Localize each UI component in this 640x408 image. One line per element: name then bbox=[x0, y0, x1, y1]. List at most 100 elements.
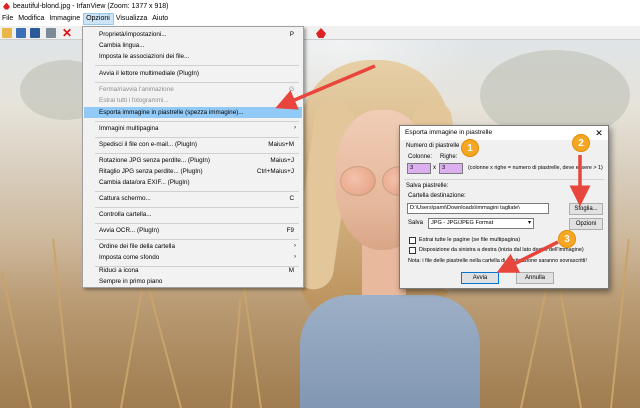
menu-item-jpg-crop[interactable]: Ritaglio JPG senza perdite... (PlugIn) Ct… bbox=[84, 166, 302, 177]
window-titlebar[interactable]: beautiful-blond.jpg - IrfanView (Zoom: 1… bbox=[0, 0, 640, 12]
browse-button[interactable]: Sfoglia... bbox=[569, 203, 603, 215]
menu-item-label: Cattura schermo... bbox=[99, 195, 151, 202]
format-select-value: JPG - JPG/JPEG Format bbox=[431, 220, 494, 226]
right-to-left-label: Disposizione da sinistra a destra (inizi… bbox=[419, 247, 584, 253]
menu-item-jpg-rotation[interactable]: Rotazione JPG senza perdite... (PlugIn) M… bbox=[84, 155, 302, 166]
destination-path-input[interactable]: D:\Users\pami\Downloads\immagini tagliat… bbox=[407, 203, 549, 214]
menu-item-exif-date[interactable]: Cambia data/ora EXIF... (PlugIn) bbox=[84, 177, 302, 188]
menu-item-label: Cambia lingua... bbox=[99, 42, 145, 49]
menu-item-label: Riduci a icona bbox=[99, 267, 139, 274]
sunglasses-lens bbox=[340, 166, 376, 196]
format-select[interactable]: JPG - JPG/JPEG Format ▾ bbox=[428, 218, 534, 229]
close-icon[interactable]: ✕ bbox=[594, 126, 604, 140]
menu-item-shortcut: M bbox=[288, 267, 294, 274]
tiles-hint: (colonne x righe = numero di piastrelle,… bbox=[468, 165, 603, 171]
menu-item-ocr[interactable]: Avvia OCR... (PlugIn) F9 bbox=[84, 225, 302, 236]
menu-aiuto[interactable]: Aiuto bbox=[150, 13, 171, 25]
wheat-stalk bbox=[557, 279, 582, 408]
menu-opzioni[interactable]: Opzioni bbox=[83, 13, 114, 25]
delete-icon[interactable]: ✕ bbox=[62, 27, 72, 39]
menu-item-label: Controlla cartella... bbox=[99, 211, 152, 218]
destination-label: Cartella destinazione: bbox=[408, 193, 466, 199]
annotation-badge-3: 3 bbox=[558, 230, 576, 248]
menu-item-minimize[interactable]: Riduci a icona M bbox=[84, 265, 302, 276]
shirt bbox=[300, 295, 480, 408]
submenu-arrow-icon: › bbox=[294, 125, 296, 131]
menu-item-shortcut: C bbox=[289, 195, 294, 202]
columns-label: Colonne: bbox=[408, 154, 433, 160]
menu-visualizza[interactable]: Visualizza bbox=[114, 13, 150, 25]
menu-item-label: Immagini multipagina bbox=[99, 125, 159, 132]
menu-item-email[interactable]: Spedisci il file con e-mail... (PlugIn) M… bbox=[84, 139, 302, 150]
menu-item-shortcut: F9 bbox=[286, 227, 294, 234]
menu-item-export-tiles[interactable]: Esporta immagine in piastrelle (spezza i… bbox=[84, 107, 302, 118]
menu-item-multipage[interactable]: Immagini multipagina › bbox=[84, 123, 302, 134]
menu-separator bbox=[95, 153, 299, 154]
menu-item-label: Sempre in primo piano bbox=[99, 278, 163, 285]
menu-separator bbox=[95, 121, 299, 122]
window-title: beautiful-blond.jpg - IrfanView (Zoom: 1… bbox=[13, 2, 169, 10]
save-as-icon[interactable] bbox=[30, 28, 40, 38]
menu-item-label: Avvia il lettore multimediale (PlugIn) bbox=[99, 70, 199, 77]
menu-item-watch-folder[interactable]: Controlla cartella... bbox=[84, 209, 302, 220]
menu-item-label: Avvia OCR... (PlugIn) bbox=[99, 227, 160, 234]
group-divider bbox=[404, 179, 604, 180]
menu-item-shortcut: Maius+M bbox=[268, 141, 294, 148]
menu-item-label: Cambia data/ora EXIF... (PlugIn) bbox=[99, 179, 190, 186]
rows-label: Righe: bbox=[440, 154, 458, 160]
chevron-down-icon: ▾ bbox=[527, 220, 531, 226]
columns-input[interactable]: 3 bbox=[407, 163, 431, 174]
menu-separator bbox=[95, 207, 299, 208]
extract-all-pages-checkbox[interactable] bbox=[409, 237, 416, 244]
menu-item-label: Imposta le associazioni dei file... bbox=[99, 53, 190, 60]
menu-item-label: Ferma/riavvia l'animazione bbox=[99, 86, 174, 93]
menu-item-stop-animation: Ferma/riavvia l'animazione G bbox=[84, 84, 302, 95]
menu-immagine[interactable]: Immagine bbox=[47, 13, 83, 25]
menu-item-properties[interactable]: Proprietà/impostazioni... P bbox=[84, 29, 302, 40]
menu-file[interactable]: File bbox=[0, 13, 16, 25]
group-save-label: Salva piastrelle: bbox=[406, 183, 449, 189]
times-sign: x bbox=[433, 165, 436, 171]
wheat-stalk bbox=[230, 298, 242, 408]
menu-item-always-on-top[interactable]: Sempre in primo piano bbox=[84, 276, 302, 287]
irfanview-app-icon bbox=[3, 2, 10, 10]
annotation-badge-2: 2 bbox=[572, 134, 590, 152]
menu-item-label: Ordine dei file della cartella bbox=[99, 243, 175, 250]
menu-item-label: Esporta immagine in piastrelle (spezza i… bbox=[99, 109, 244, 116]
menu-separator bbox=[95, 239, 299, 240]
extract-all-pages-label: Estrai tutte le pagine (se file multipag… bbox=[419, 237, 521, 243]
save-as-label: Salva bbox=[408, 220, 424, 226]
wheat-stalk bbox=[120, 289, 143, 408]
start-button[interactable]: Avvia bbox=[461, 272, 499, 284]
options-menu-dropdown: Proprietà/impostazioni... P Cambia lingua… bbox=[82, 26, 304, 288]
menu-separator bbox=[95, 223, 299, 224]
menu-item-media-player[interactable]: Avvia il lettore multimediale (PlugIn) bbox=[84, 68, 302, 79]
save-icon[interactable] bbox=[16, 28, 26, 38]
options-button[interactable]: Opzioni bbox=[569, 218, 603, 230]
menu-item-shortcut: P bbox=[289, 31, 294, 38]
menu-item-screen-capture[interactable]: Cattura schermo... C bbox=[84, 193, 302, 204]
menu-item-file-associations[interactable]: Imposta le associazioni dei file... bbox=[84, 51, 302, 62]
irfanview-logo-icon[interactable] bbox=[316, 28, 326, 38]
menu-item-folder-order[interactable]: Ordine dei file della cartella › bbox=[84, 241, 302, 252]
menu-separator bbox=[95, 137, 299, 138]
cancel-button[interactable]: Annulla bbox=[516, 272, 554, 284]
menu-item-label: Proprietà/impostazioni... bbox=[99, 31, 167, 38]
group-tiles-label: Numero di piastrelle bbox=[406, 143, 460, 149]
right-to-left-checkbox[interactable] bbox=[409, 247, 416, 254]
rows-input[interactable]: 3 bbox=[439, 163, 463, 174]
submenu-arrow-icon: › bbox=[294, 243, 296, 249]
print-icon[interactable] bbox=[46, 28, 56, 38]
overwrite-note: Nota: i file delle piastrelle nella cart… bbox=[408, 258, 587, 264]
open-folder-icon[interactable] bbox=[2, 28, 12, 38]
menu-item-change-language[interactable]: Cambia lingua... bbox=[84, 40, 302, 51]
annotation-badge-1: 1 bbox=[461, 139, 479, 157]
menu-item-label: Spedisci il file con e-mail... (PlugIn) bbox=[99, 141, 197, 148]
menu-item-set-wallpaper[interactable]: Imposta come sfondo › bbox=[84, 252, 302, 263]
menu-modifica[interactable]: Modifica bbox=[16, 13, 47, 25]
menu-item-shortcut: G bbox=[289, 86, 294, 93]
wheat-stalk bbox=[610, 238, 630, 408]
menu-item-label: Rotazione JPG senza perdite... (PlugIn) bbox=[99, 157, 210, 164]
dialog-title: Esporta immagine in piastrelle bbox=[405, 129, 493, 136]
menu-separator bbox=[95, 65, 299, 66]
